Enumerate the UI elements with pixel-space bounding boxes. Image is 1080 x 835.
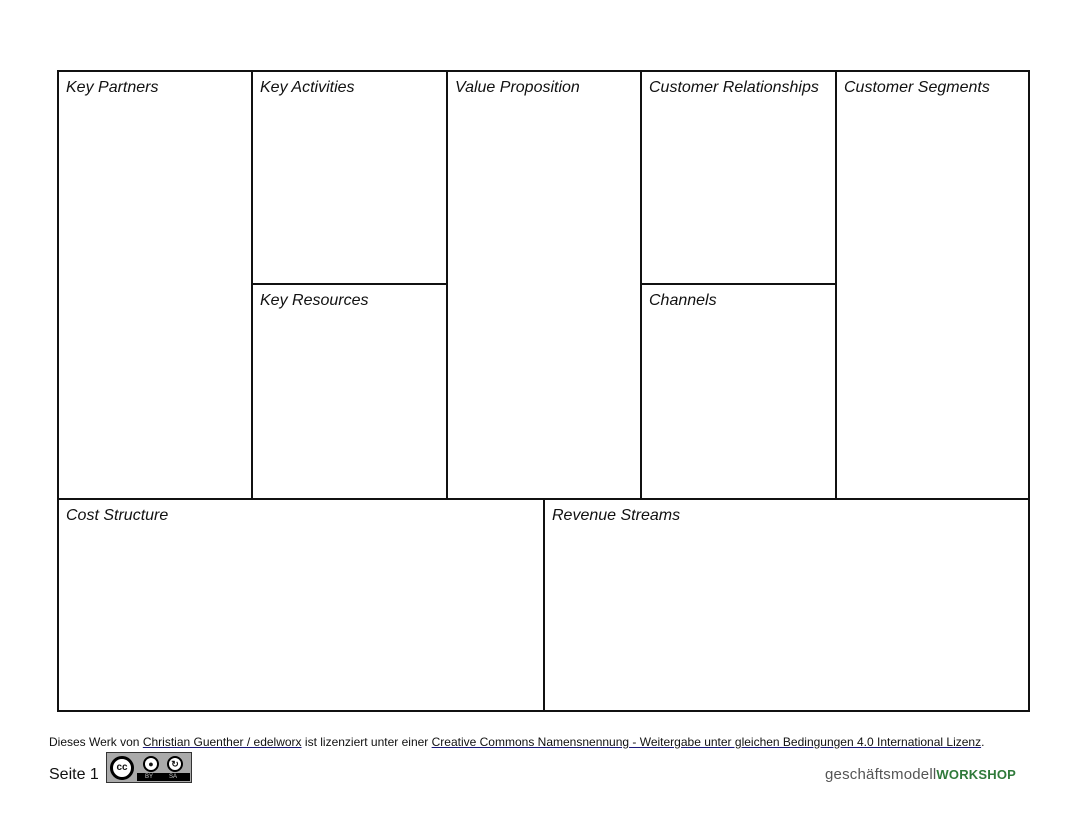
by-label: BY	[145, 774, 154, 780]
license-prefix: Dieses Werk von	[49, 735, 143, 749]
author-link[interactable]: Christian Guenther / edelworx	[143, 735, 302, 749]
license-middle: ist lizenziert unter einer	[301, 735, 432, 749]
label-customer-segments: Customer Segments	[844, 79, 990, 96]
cell-channels: Channels	[642, 285, 837, 498]
page-number: Seite 1	[49, 766, 99, 783]
cell-revenue-streams: Revenue Streams	[545, 498, 1028, 710]
label-cost-structure: Cost Structure	[66, 507, 169, 524]
cell-key-resources: Key Resources	[253, 285, 448, 498]
cell-customer-relationships: Customer Relationships	[642, 72, 837, 285]
license-suffix: .	[981, 735, 985, 749]
business-model-canvas: Key Partners Key Activities Key Resource…	[57, 70, 1030, 712]
cell-key-activities: Key Activities	[253, 72, 448, 285]
sa-label: SA	[169, 774, 178, 780]
label-revenue-streams: Revenue Streams	[552, 507, 681, 524]
license-notice: Dieses Werk von Christian Guenther / ede…	[49, 735, 984, 749]
label-value-proposition: Value Proposition	[455, 79, 580, 96]
cc-icon: cc	[110, 756, 134, 780]
cell-key-partners: Key Partners	[59, 72, 253, 498]
attribution-icon: ●	[143, 756, 159, 772]
cell-value-proposition: Value Proposition	[448, 72, 642, 498]
geschaeftsmodell-workshop-logo: geschäftsmodellWORKSHOP	[825, 766, 1016, 783]
label-key-resources: Key Resources	[260, 292, 369, 309]
cc-by-sa-badge[interactable]: cc ● ↻ BY SA	[106, 752, 192, 783]
logo-bold: WORKSHOP	[936, 767, 1017, 782]
cell-cost-structure: Cost Structure	[59, 498, 545, 710]
share-alike-icon: ↻	[167, 756, 183, 772]
label-customer-relationships: Customer Relationships	[649, 79, 819, 96]
license-link[interactable]: Creative Commons Namensnennung - Weiterg…	[432, 735, 981, 749]
label-channels: Channels	[649, 292, 717, 309]
logo-light: geschäftsmodell	[825, 766, 937, 783]
label-key-partners: Key Partners	[66, 79, 159, 96]
cell-customer-segments: Customer Segments	[837, 72, 1028, 498]
license-strip: BY SA	[137, 773, 190, 781]
label-key-activities: Key Activities	[260, 79, 355, 96]
